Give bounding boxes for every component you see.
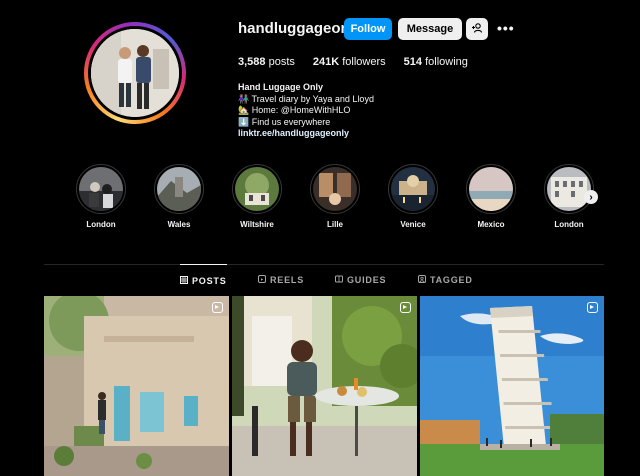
highlight-venice[interactable]: Venice — [382, 164, 444, 229]
post-stone-house[interactable] — [44, 296, 229, 476]
reel-icon — [587, 302, 598, 313]
reel-icon — [400, 302, 411, 313]
tab-guides[interactable]: GUIDES — [335, 264, 386, 296]
highlight-wiltshire[interactable]: Wiltshire — [226, 164, 288, 229]
grid-icon — [180, 275, 188, 286]
reel-icon — [212, 302, 223, 313]
tab-posts[interactable]: POSTS — [180, 264, 227, 296]
highlight-thumbnail — [157, 167, 201, 211]
followers-count: 241K — [312, 56, 340, 68]
tab-label: POSTS — [192, 275, 227, 286]
profile-tabs: POSTS REELS GUIDES TAGGED — [44, 264, 604, 296]
highlight-label: Mexico — [477, 220, 505, 229]
post-image — [420, 296, 604, 476]
highlight-mexico[interactable]: Mexico — [460, 164, 522, 229]
highlight-label: Lille — [326, 220, 343, 229]
highlight-wales[interactable]: Wales — [148, 164, 210, 229]
profile-avatar[interactable] — [84, 22, 186, 124]
bio-line: 🏡 Home: @HomeWithHLO — [238, 105, 351, 115]
highlight-thumbnail — [391, 167, 435, 211]
post-image — [232, 296, 417, 476]
tab-reels[interactable]: REELS — [258, 264, 304, 296]
profile-bio: Hand Luggage Only 👫🏽 Travel diary by Yay… — [238, 82, 374, 140]
post-breakfast[interactable] — [232, 296, 417, 476]
followers-stat[interactable]: 241K followers — [313, 56, 386, 68]
highlight-thumbnail — [547, 167, 591, 211]
following-stat[interactable]: 514 following — [404, 56, 468, 68]
highlight-label: Wiltshire — [240, 220, 274, 229]
following-label: following — [425, 56, 468, 68]
highlight-london[interactable]: London — [70, 164, 132, 229]
posts-grid — [44, 296, 604, 476]
following-count: 514 — [403, 56, 423, 68]
follow-button[interactable]: Follow — [344, 18, 392, 40]
post-image — [44, 296, 229, 476]
guides-icon — [335, 275, 343, 285]
bio-link[interactable]: linktr.ee/handluggageonly — [238, 128, 374, 140]
highlight-thumbnail — [79, 167, 123, 211]
add-person-icon — [471, 22, 483, 36]
post-pisa[interactable] — [420, 296, 604, 476]
highlight-label: London — [86, 220, 116, 229]
tab-tagged[interactable]: TAGGED — [418, 264, 473, 296]
profile-stats: 3,588 posts 241K followers 514 following — [238, 56, 468, 68]
highlights-next-button[interactable]: › — [584, 190, 598, 204]
tab-label: REELS — [270, 275, 305, 285]
followers-label: followers — [342, 56, 386, 68]
highlight-lille[interactable]: Lille — [304, 164, 366, 229]
message-button[interactable]: Message — [398, 18, 462, 40]
reels-icon — [258, 275, 266, 285]
more-options-icon[interactable]: ••• — [497, 20, 515, 36]
posts-count: 3,588 — [238, 56, 266, 68]
highlight-thumbnail — [469, 167, 513, 211]
bio-line: 👫🏽 Travel diary by Yaya and Lloyd — [238, 93, 374, 104]
tagged-icon — [418, 275, 426, 285]
suggest-users-button[interactable] — [466, 18, 488, 40]
highlight-label: Venice — [400, 220, 426, 229]
posts-label: posts — [268, 56, 295, 68]
posts-stat[interactable]: 3,588 posts — [238, 56, 295, 68]
bio-line: ⬇️ Find us everywhere — [238, 116, 331, 127]
highlight-thumbnail — [313, 167, 357, 211]
highlight-label: Wales — [167, 220, 191, 229]
story-highlights: London Wales Wiltshire Lille Venice Mexi… — [70, 164, 610, 234]
bio-name: Hand Luggage Only — [238, 82, 324, 92]
highlight-thumbnail — [235, 167, 279, 211]
tab-label: GUIDES — [347, 275, 387, 285]
tab-label: TAGGED — [430, 275, 473, 285]
chevron-right-icon: › — [589, 191, 593, 203]
highlight-label: London — [554, 220, 584, 229]
